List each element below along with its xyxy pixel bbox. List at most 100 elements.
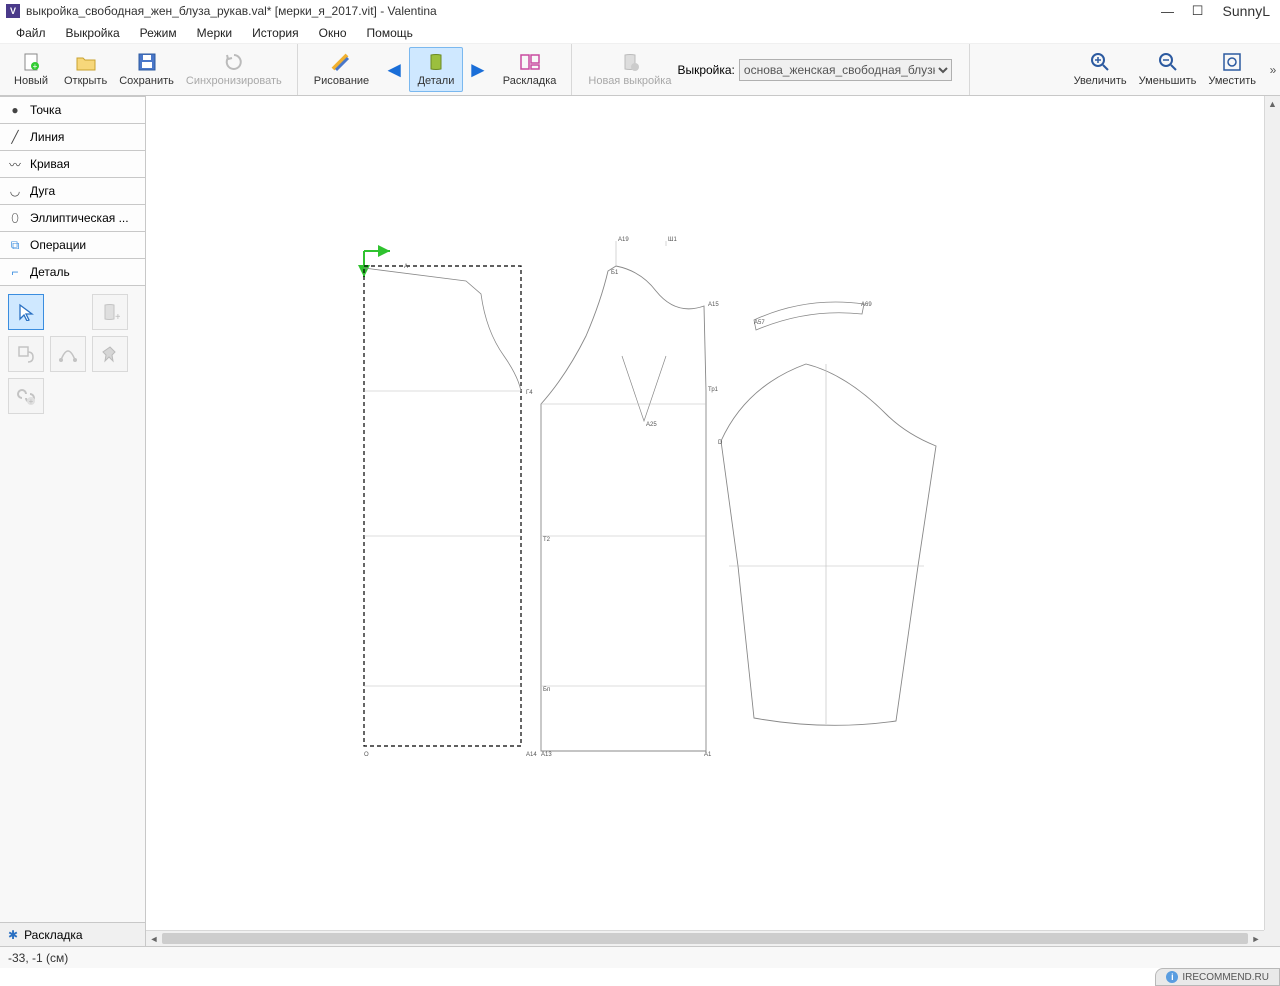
toolbar: + Новый Открыть Сохранить Синхронизирова… [0,44,1280,96]
title-bar: V выкройка_свободная_жен_блуза_рукав.val… [0,0,1280,22]
category-arc[interactable]: ◡ Дуга [0,177,145,205]
layout-dock-label: Раскладка [24,928,83,942]
user-label: SunnyL [1223,3,1270,19]
details-label: Детали [418,75,455,87]
pt-A69: А69 [861,302,872,308]
link-tool: + [8,378,44,414]
category-line-label: Линия [30,130,64,144]
open-button[interactable]: Открыть [58,44,113,95]
pt-B1: Б1 [611,270,619,276]
new-file-icon: + [19,52,43,72]
pt-Bn: Бп [543,687,550,693]
drawing-label: Рисование [314,75,369,87]
category-detail[interactable]: ⌐ Деталь [0,258,145,286]
tool-grid: + + [0,286,145,422]
minimize-button[interactable]: — [1155,2,1181,20]
pt-A: А [404,264,408,270]
pt-O: О [364,752,369,758]
ellipse-icon: ⬯ [8,211,22,225]
arc-icon: ◡ [8,184,22,198]
svg-text:+: + [29,397,34,406]
info-icon: i [1166,971,1178,983]
zoom-fit-label: Уместить [1208,75,1256,87]
layout-dock-tab[interactable]: ✱ Раскладка [0,922,145,946]
cursor-position: -33, -1 (см) [8,951,68,965]
pointer-tool[interactable] [8,294,44,330]
vertical-scrollbar[interactable]: ▲ [1264,96,1280,930]
pt-A13: А13 [541,752,552,758]
menu-window[interactable]: Окно [309,24,357,42]
menu-bar: Файл Выкройка Режим Мерки История Окно П… [0,22,1280,44]
new-pattern-label: Новая выкройка [588,75,671,87]
new-button[interactable]: + Новый [4,44,58,95]
pt-Tp1: Тр1 [708,387,719,393]
maximize-button[interactable]: ☐ [1185,2,1211,20]
scroll-left-icon[interactable]: ◄ [146,931,162,946]
window-title: выкройка_свободная_жен_блуза_рукав.val* … [26,4,437,18]
status-bar: -33, -1 (см) [0,946,1280,968]
toolbar-overflow-button[interactable]: » [1266,44,1280,95]
hscroll-handle[interactable] [162,933,1248,944]
category-line[interactable]: ╱ Линия [0,123,145,151]
zoom-out-button[interactable]: Уменьшить [1133,44,1203,95]
pt-A14: А14 [526,752,537,758]
canvas[interactable]: А О А14 А13 А1 А19 Ш1 Б1 А15 Тр1 А25 Г4 … [146,96,1280,946]
horizontal-scrollbar[interactable]: ◄ ► [146,930,1264,946]
save-button[interactable]: Сохранить [113,44,180,95]
pt-A57: А57 [754,320,765,326]
category-elliptical[interactable]: ⬯ Эллиптическая ... [0,204,145,232]
pattern-select[interactable]: основа_женская_свободная_блузка [739,59,952,81]
category-curve[interactable]: 〰 Кривая [0,150,145,178]
menu-pattern[interactable]: Выкройка [56,24,130,42]
zoom-fit-icon [1220,52,1244,72]
layout-mode-button[interactable]: Раскладка [497,44,563,95]
menu-measurements[interactable]: Мерки [187,24,242,42]
menu-history[interactable]: История [242,24,309,42]
detail-piece-icon [424,52,448,72]
category-point[interactable]: ● Точка [0,96,145,124]
pt-A15: А15 [708,302,719,308]
path-tool [8,336,44,372]
sync-icon [222,52,246,72]
category-arc-label: Дуга [30,184,55,198]
layout-label: Раскладка [503,75,557,87]
pt-A19: А19 [618,237,629,243]
pattern-drawing: А О А14 А13 А1 А19 Ш1 Б1 А15 Тр1 А25 Г4 … [146,96,1266,930]
menu-file[interactable]: Файл [6,24,56,42]
category-operations[interactable]: ⧉ Операции [0,231,145,259]
pattern-select-label: Выкройка: [677,63,734,77]
piece-tool: + [92,294,128,330]
sync-label: Синхронизировать [186,75,282,87]
category-detail-label: Деталь [30,265,70,279]
detail-icon: ⌐ [8,265,22,279]
menu-help[interactable]: Помощь [357,24,423,42]
zoom-fit-button[interactable]: Уместить [1202,44,1262,95]
prev-arrow-icon[interactable]: ◄ [379,57,409,83]
folder-open-icon [74,52,98,72]
scroll-corner [1264,930,1280,946]
pt-D: D [718,440,723,446]
category-curve-label: Кривая [30,157,70,171]
menu-mode[interactable]: Режим [130,24,187,42]
pt-T2: Т2 [543,537,551,543]
details-mode-button[interactable]: Детали [409,47,463,92]
watermark-text: IRECOMMEND.RU [1182,972,1269,983]
drawing-mode-button[interactable]: Рисование [308,44,375,95]
zoom-in-icon [1088,52,1112,72]
category-elliptical-label: Эллиптическая ... [30,211,129,225]
zoom-in-button[interactable]: Увеличить [1068,44,1133,95]
sync-button: Синхронизировать [180,44,288,95]
next-arrow-icon[interactable]: ► [463,57,493,83]
app-icon: V [6,4,20,18]
category-operations-label: Операции [30,238,86,252]
curve-tool [50,336,86,372]
point-icon: ● [8,103,22,117]
tool-sidebar: ● Точка ╱ Линия 〰 Кривая ◡ Дуга ⬯ Эллипт… [0,96,146,946]
line-icon: ╱ [8,130,22,144]
scroll-right-icon[interactable]: ► [1248,931,1264,946]
pt-A25: А25 [646,422,657,428]
zoom-out-label: Уменьшить [1139,75,1197,87]
watermark: i IRECOMMEND.RU [1155,968,1280,986]
pt-Sh1: Ш1 [668,237,677,243]
scroll-up-icon[interactable]: ▲ [1265,96,1280,112]
